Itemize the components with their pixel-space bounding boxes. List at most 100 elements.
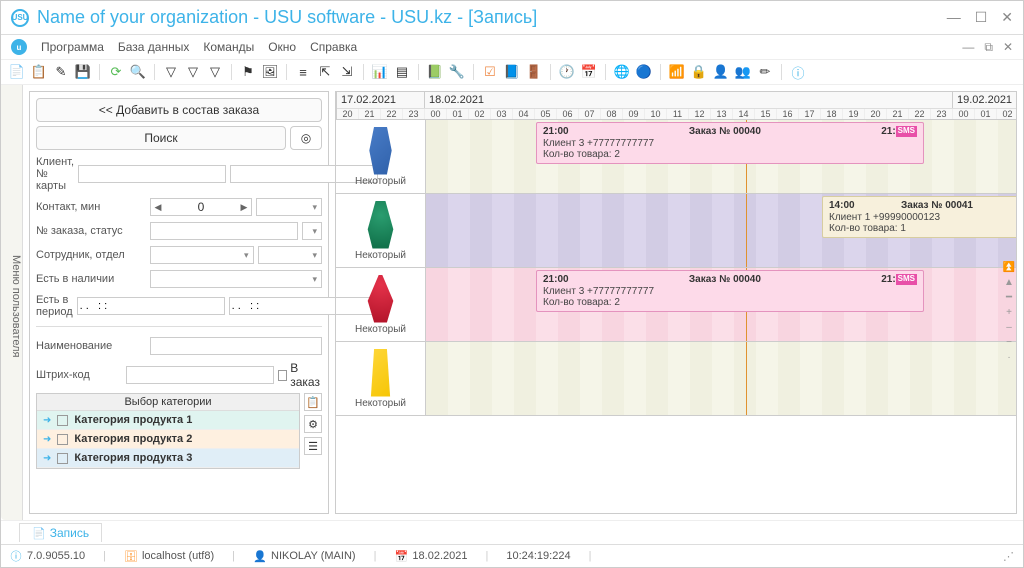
timeline-track[interactable]	[426, 342, 1016, 415]
period-from-input[interactable]	[77, 297, 225, 315]
resize-grip-icon[interactable]: ⋰	[1003, 550, 1015, 563]
instock-combo[interactable]	[150, 270, 322, 288]
menu-logo-icon: u	[11, 39, 27, 55]
refresh-icon[interactable]: ⟳	[108, 64, 124, 80]
product-image	[365, 127, 397, 175]
gear-icon[interactable]: ⚙	[304, 415, 322, 433]
side-tab-usermenu[interactable]: Меню пользователя	[1, 85, 23, 520]
copy-icon[interactable]: 📋	[31, 64, 47, 80]
menu-help[interactable]: Справка	[310, 40, 357, 54]
label-inperiod: Есть в период	[36, 294, 73, 318]
add-to-order-button[interactable]: << Добавить в состав заказа	[36, 98, 322, 122]
scroll-minus-icon[interactable]: −	[1006, 337, 1012, 348]
filter-icon[interactable]: ▽	[163, 64, 179, 80]
category-checkbox[interactable]	[57, 434, 68, 445]
contact-spinner[interactable]: ◀ 0 ▶	[150, 198, 252, 216]
search-icon[interactable]: 🔍	[130, 64, 146, 80]
dept-combo[interactable]	[258, 246, 323, 264]
spinner-left-icon[interactable]: ◀	[151, 202, 165, 213]
scroll-dot-icon[interactable]: ·	[1007, 352, 1010, 363]
contact-combo[interactable]	[256, 198, 322, 216]
flag-icon[interactable]: ⚑	[240, 64, 256, 80]
card-icon[interactable]: ▤	[394, 64, 410, 80]
category-item[interactable]: ➜ Категория продукта 1	[37, 411, 299, 430]
timeline-panel: 17.02.2021 18.02.2021 19.02.2021 2021222…	[335, 91, 1017, 514]
lock-icon[interactable]: 🔒	[691, 64, 707, 80]
form-icon[interactable]: 📘	[504, 64, 520, 80]
collapse-icon[interactable]: ⇲	[339, 64, 355, 80]
edit-icon[interactable]: ✎	[53, 64, 69, 80]
menu-commands[interactable]: Команды	[203, 40, 254, 54]
category-item[interactable]: ➜ Категория продукта 3	[37, 449, 299, 468]
tab-record[interactable]: 📄 Запись	[19, 523, 102, 542]
label-contact: Контакт, мин	[36, 201, 146, 213]
search-button[interactable]: Поиск	[36, 126, 286, 150]
excel-icon[interactable]: 📗	[427, 64, 443, 80]
users-icon[interactable]: 👥	[735, 64, 751, 80]
filter2-icon[interactable]: ▽	[185, 64, 201, 80]
timeline-track[interactable]: 21:00Заказ № 0004021:SMS Клиент 3 +77777…	[426, 120, 1016, 193]
employee-combo[interactable]	[150, 246, 254, 264]
info-icon[interactable]: ⓘ	[790, 64, 806, 80]
arrow-icon: ➜	[43, 415, 51, 426]
scroll-up-icon[interactable]: ⏫	[1003, 262, 1015, 273]
restore-child-icon[interactable]: ⧉	[984, 40, 993, 55]
exit-icon[interactable]: 🚪	[526, 64, 542, 80]
timeline-track[interactable]: 14:00Заказ № 0004114:00 Клиент 1 +999900…	[426, 194, 1016, 267]
tool-icon[interactable]: 🔧	[449, 64, 465, 80]
left-panel: << Добавить в состав заказа Поиск ◎ Клие…	[29, 91, 329, 514]
save-icon[interactable]: 💾	[75, 64, 91, 80]
scroll-bar-icon[interactable]: ━	[1006, 292, 1012, 303]
category-checkbox[interactable]	[57, 453, 68, 464]
expand-icon[interactable]: ⇱	[317, 64, 333, 80]
to-order-label: В заказ	[290, 361, 322, 389]
user-icon[interactable]: 👤	[713, 64, 729, 80]
tree-icon[interactable]: 📊	[372, 64, 388, 80]
name-input[interactable]	[150, 337, 322, 355]
menu-program[interactable]: Программа	[41, 40, 104, 54]
category-checkbox[interactable]	[57, 415, 68, 426]
align-icon[interactable]: ≡	[295, 64, 311, 80]
label-client: Клиент, № карты	[36, 156, 74, 192]
filter3-icon[interactable]: ▽	[207, 64, 223, 80]
barcode-input[interactable]	[126, 366, 274, 384]
min-child-icon[interactable]: —	[962, 40, 974, 55]
scroll-up2-icon[interactable]: ▲	[1004, 277, 1014, 288]
check-icon[interactable]: ☑	[482, 64, 498, 80]
menu-database[interactable]: База данных	[118, 40, 189, 54]
close-child-icon[interactable]: ✕	[1003, 40, 1013, 55]
status-combo[interactable]	[302, 222, 322, 240]
calendar-icon[interactable]: 📅	[581, 64, 597, 80]
minimize-icon[interactable]: —	[947, 9, 961, 26]
new-icon[interactable]: 📄	[9, 64, 25, 80]
to-order-checkbox[interactable]	[278, 370, 287, 381]
event-order[interactable]: 14:00Заказ № 0004114:00 Клиент 1 +999900…	[822, 196, 1016, 238]
date-header: 18.02.2021	[425, 92, 953, 108]
spinner-right-icon[interactable]: ▶	[237, 202, 251, 213]
clock-icon[interactable]: 🕐	[559, 64, 575, 80]
globe-icon[interactable]: 🌐	[614, 64, 630, 80]
scroll-line-icon[interactable]: –	[1006, 322, 1012, 333]
category-item[interactable]: ➜ Категория продукта 2	[37, 430, 299, 449]
close-icon[interactable]: ✕	[1001, 9, 1013, 26]
timeline-track[interactable]: 21:00Заказ № 0004021:SMS Клиент 3 +77777…	[426, 268, 1016, 341]
rss-icon[interactable]: 📶	[669, 64, 685, 80]
timeline-scroll-controls[interactable]: ⏫ ▲ ━ + – − ·	[1002, 122, 1016, 503]
list-icon[interactable]: ☰	[304, 437, 322, 455]
color-icon[interactable]: 🔵	[636, 64, 652, 80]
order-input[interactable]	[150, 222, 298, 240]
label-order: № заказа, статус	[36, 225, 146, 237]
target-icon[interactable]: ◎	[290, 126, 322, 150]
menu-window[interactable]: Окно	[268, 40, 296, 54]
info-status-icon: ⓘ	[9, 549, 23, 563]
scroll-plus-icon[interactable]: +	[1006, 307, 1012, 318]
client-input[interactable]	[78, 165, 226, 183]
event-order[interactable]: 21:00Заказ № 0004021:SMS Клиент 3 +77777…	[536, 122, 924, 164]
copy-cat-icon[interactable]: 📋	[304, 393, 322, 411]
maximize-icon[interactable]: ☐	[975, 9, 988, 26]
statusbar: ⓘ7.0.9055.10 | 🗄localhost (utf8) | 👤NIKO…	[1, 544, 1023, 567]
image-icon[interactable]: 🖼	[262, 64, 278, 80]
status-version: 7.0.9055.10	[27, 550, 85, 562]
event-order[interactable]: 21:00Заказ № 0004021:SMS Клиент 3 +77777…	[536, 270, 924, 312]
pencil-icon[interactable]: ✏	[757, 64, 773, 80]
